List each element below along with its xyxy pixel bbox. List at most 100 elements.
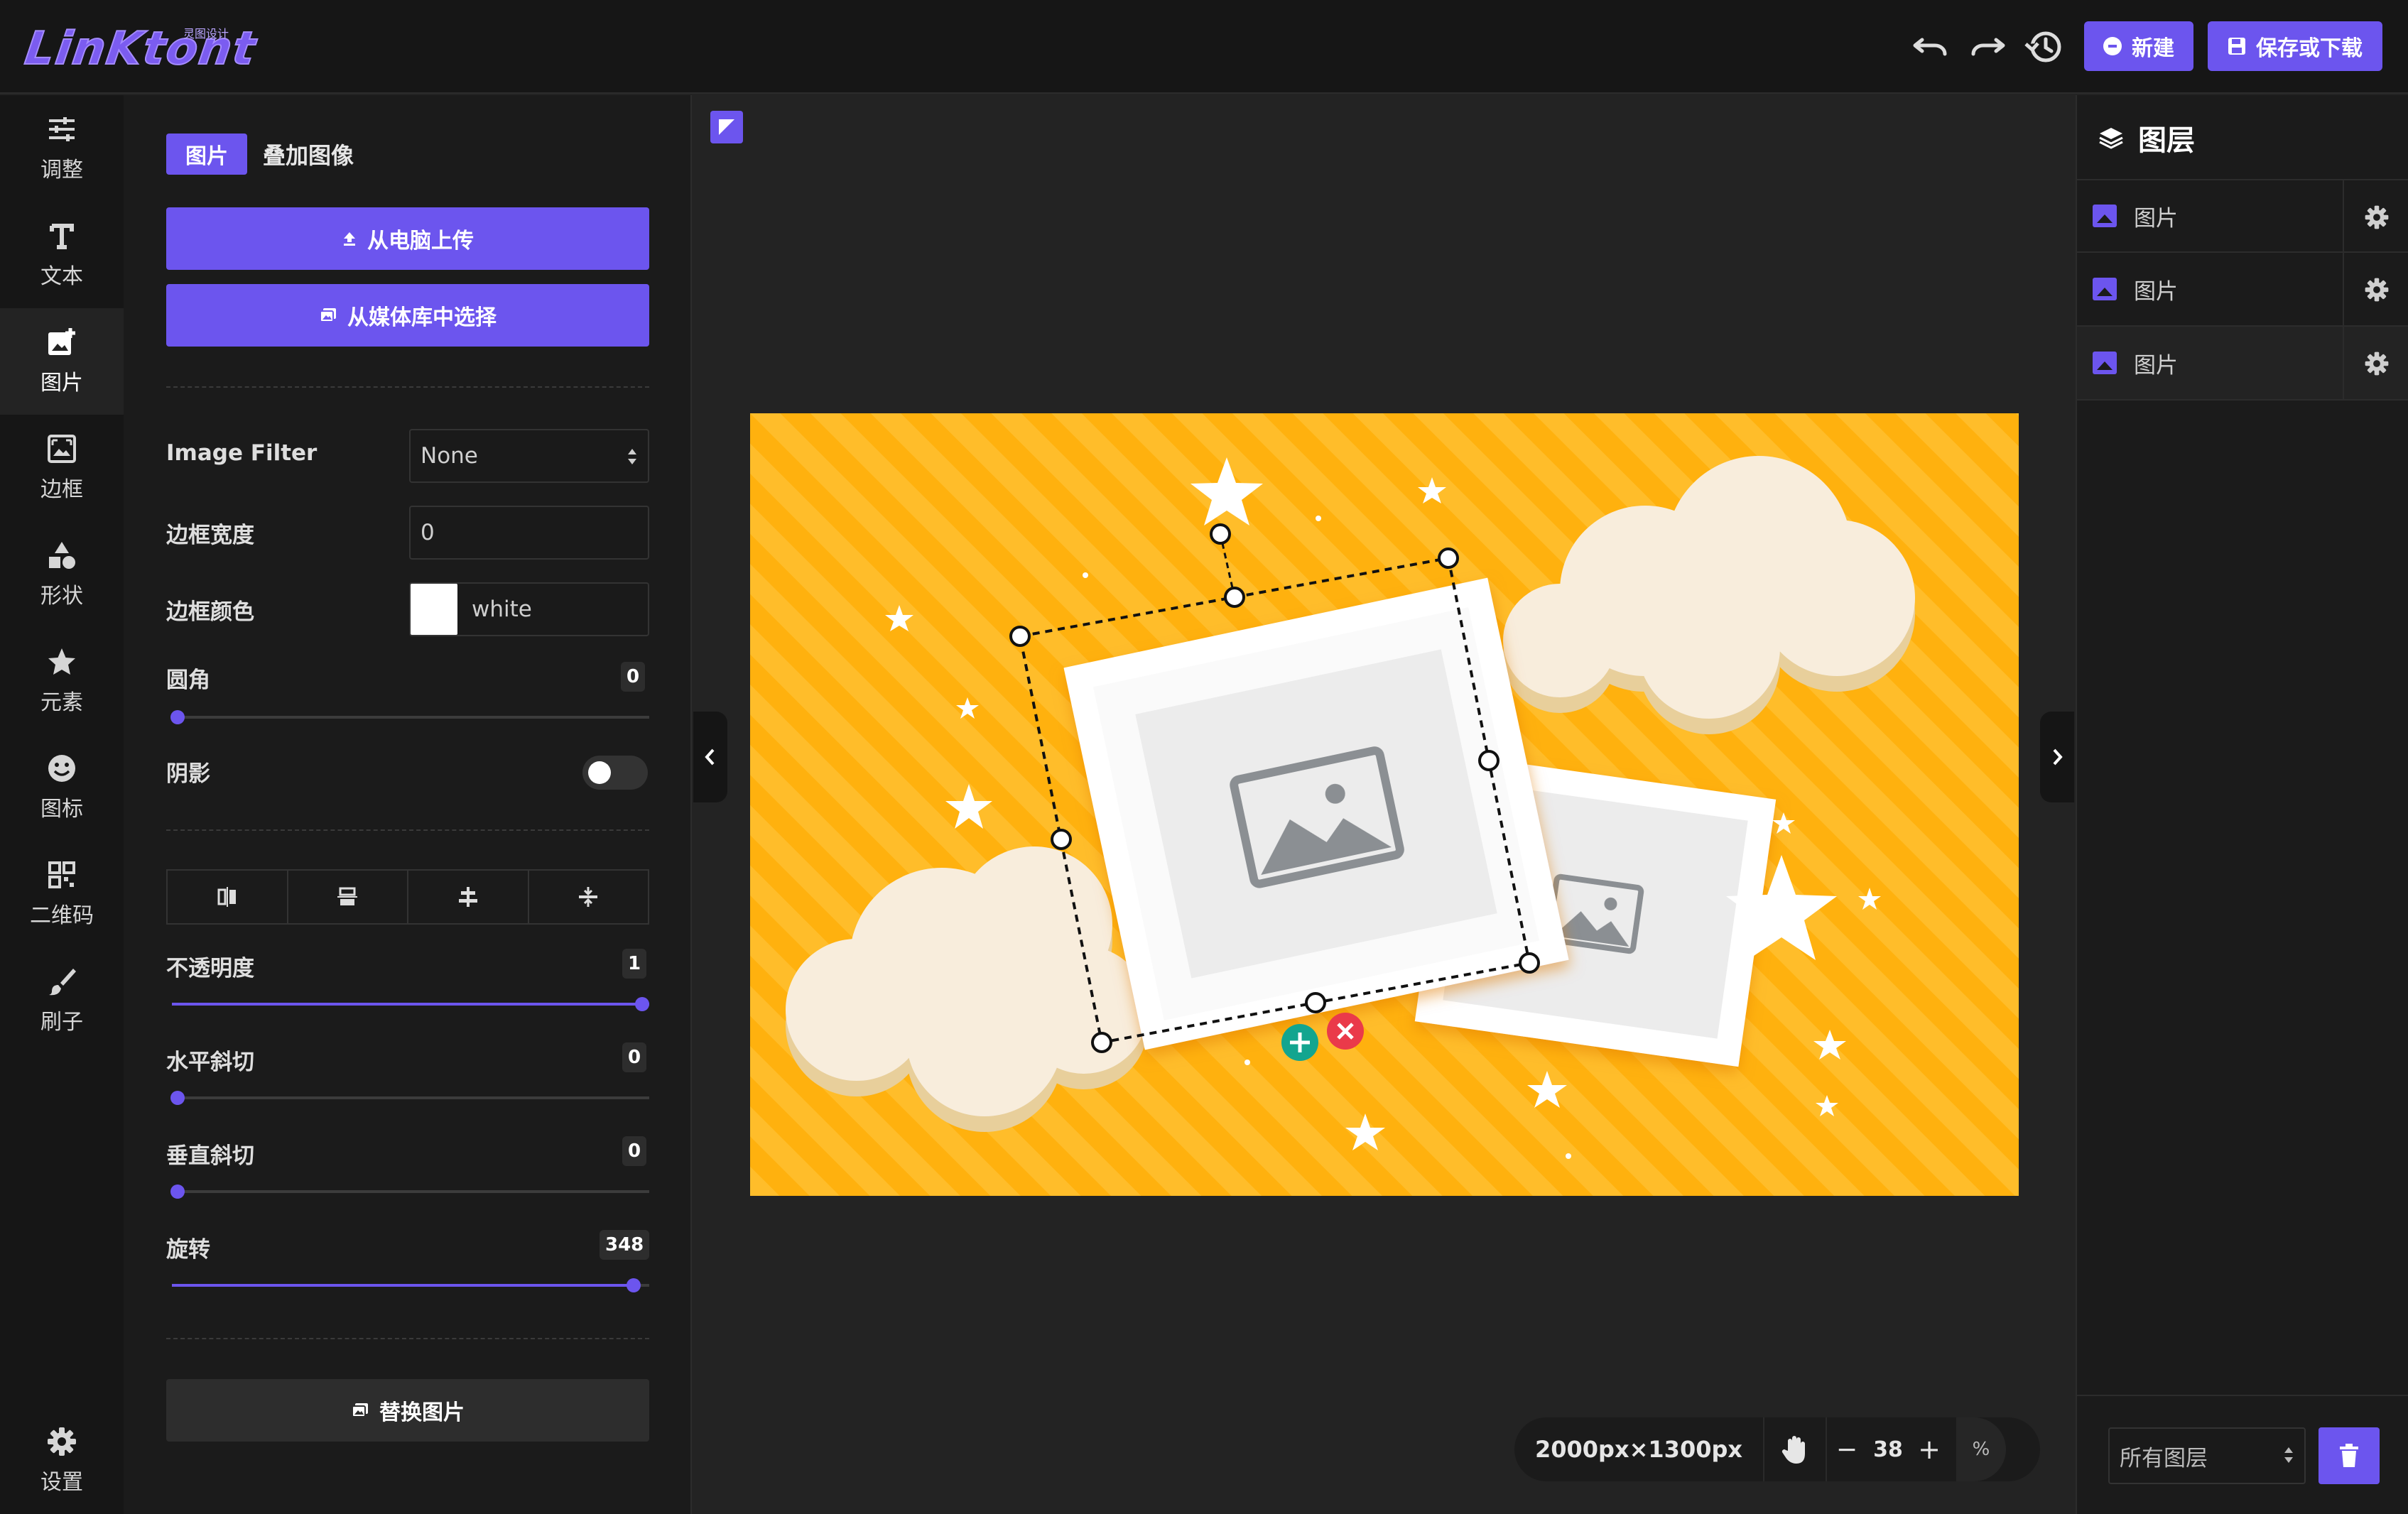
save-icon [2228,38,2245,55]
rail-item-image[interactable]: 图片 [0,308,124,415]
images-icon [352,1403,368,1417]
delete-icon[interactable] [1327,1013,1364,1050]
layer-item-selected[interactable]: 图片 [2077,327,2408,401]
upload-from-computer-button[interactable]: 从电脑上传 [166,207,649,270]
hand-tool-icon[interactable] [1764,1434,1826,1465]
flip-vertical-button[interactable] [288,871,408,923]
rail-item-text[interactable]: 文本 [0,202,124,308]
layer-label: 图片 [2134,352,2178,378]
border-width-value: 0 [421,520,435,545]
gear-icon [2365,205,2389,229]
choose-from-media-button[interactable]: 从媒体库中选择 [166,284,649,347]
layer-settings-button[interactable] [2343,253,2408,327]
save-button-label: 保存或下载 [2256,36,2363,61]
layer-settings-button[interactable] [2343,180,2408,254]
rotate-value: 348 [600,1230,650,1260]
layer-filter-select[interactable]: 所有图层 [2108,1427,2306,1484]
border-color-picker[interactable]: white [409,582,649,636]
tab-overlay-image[interactable]: 叠加图像 [263,134,354,175]
app-logo[interactable]: LinKtont 灵图设计 [21,21,261,76]
undo-icon[interactable] [1908,27,1953,67]
replace-image-button[interactable]: 替换图片 [166,1379,649,1442]
zoom-out-button[interactable]: − [1827,1435,1867,1464]
flip-horizontal-icon [217,887,236,907]
resize-handle[interactable] [1224,587,1245,608]
new-button[interactable]: 新建 [2084,21,2193,71]
save-download-button[interactable]: 保存或下载 [2208,21,2382,71]
zoom-in-button[interactable]: + [1909,1434,1949,1465]
resize-handle[interactable] [1519,952,1540,974]
layer-settings-button[interactable] [2343,327,2408,401]
rail-item-qrcode[interactable]: 二维码 [0,841,124,947]
canvas-status-bar: 2000px×1300px − 38 + % [1514,1417,2040,1481]
resize-handle[interactable] [1051,829,1072,850]
opacity-label: 不透明度 [166,956,254,981]
resize-handle[interactable] [1438,548,1459,569]
canvas-area: 2000px×1300px − 38 + % [693,95,2074,1514]
rail-label: 二维码 [30,903,94,928]
brush-icon [49,969,76,996]
skew-x-slider[interactable] [170,1091,649,1105]
redo-icon[interactable] [1965,27,2010,67]
replace-button-label: 替换图片 [379,1400,465,1425]
rail-label: 元素 [40,690,83,715]
new-button-label: 新建 [2132,36,2174,61]
resize-handle[interactable] [1009,626,1031,647]
crop-toggle-icon[interactable] [710,111,743,143]
rail-label: 图标 [40,797,83,822]
image-layer-icon [2093,352,2117,374]
divider [166,829,649,831]
center-vertical-button[interactable] [529,871,649,923]
rail-item-brush[interactable]: 刷子 [0,947,124,1054]
image-filter-select[interactable]: None [409,429,649,483]
gear-icon [2365,278,2389,302]
layer-item[interactable]: 图片 [2077,253,2408,327]
slider-handle[interactable] [170,1184,185,1199]
design-canvas[interactable] [750,413,2019,1196]
slider-handle[interactable] [626,1278,641,1292]
resize-handle[interactable] [1091,1032,1112,1053]
rail-item-shapes[interactable]: 形状 [0,521,124,628]
flip-align-group [166,869,649,925]
app-root: LinKtont 灵图设计 新建 保存或下载 调整 文本 图片 边框 形状 元素… [0,0,2408,1514]
rail-item-elements[interactable]: 元素 [0,628,124,734]
gear-icon [48,1427,76,1456]
layer-item[interactable]: 图片 [2077,179,2408,254]
history-icon[interactable] [2022,27,2067,67]
resize-handle[interactable] [1478,750,1499,771]
border-width-label: 边框宽度 [166,523,254,548]
slider-handle[interactable] [170,710,185,724]
collapse-left-panel-button[interactable] [693,712,727,802]
upload-icon [344,232,355,246]
skew-y-slider[interactable] [170,1184,649,1199]
delete-layer-button[interactable] [2318,1427,2380,1484]
layers-icon [2099,128,2123,149]
color-swatch[interactable] [411,584,457,635]
rail-item-adjust[interactable]: 调整 [0,95,124,202]
rail-item-icons[interactable]: 图标 [0,734,124,841]
collapse-right-panel-button[interactable] [2040,712,2074,802]
corner-radius-slider[interactable] [170,710,649,724]
tab-image[interactable]: 图片 [166,134,247,175]
border-width-input[interactable]: 0 [409,506,649,560]
opacity-slider[interactable] [172,997,649,1011]
slider-handle[interactable] [635,997,649,1011]
flip-horizontal-button[interactable] [168,871,288,923]
rotate-handle[interactable] [1210,523,1231,545]
resize-handle[interactable] [1305,992,1326,1013]
image-add-icon [48,328,75,355]
slider-fill [172,1284,634,1287]
skew-x-label: 水平斜切 [166,1050,254,1075]
chevron-left-icon [705,748,715,766]
rotate-slider[interactable] [172,1278,649,1292]
select-arrows-icon [628,449,636,464]
flip-vertical-icon [337,887,358,905]
zoom-level[interactable]: 38 [1867,1437,1909,1462]
rail-item-settings[interactable]: 设置 [0,1407,124,1514]
frame-icon [48,435,76,463]
slider-handle[interactable] [170,1091,185,1105]
center-horizontal-button[interactable] [408,871,529,923]
rail-item-frame[interactable]: 边框 [0,415,124,521]
shadow-toggle[interactable] [582,756,648,790]
duplicate-icon[interactable] [1281,1024,1318,1061]
